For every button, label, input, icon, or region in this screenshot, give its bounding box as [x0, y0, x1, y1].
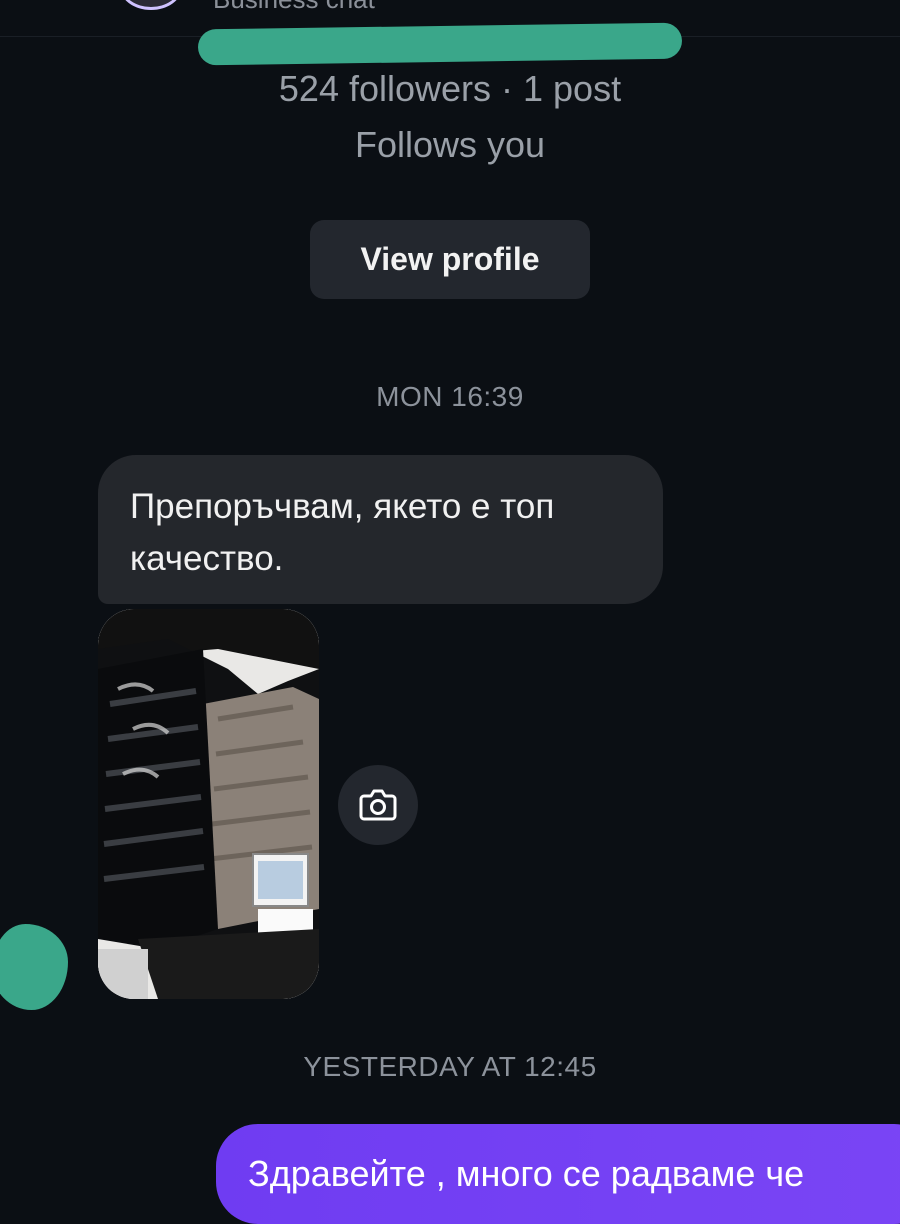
- message-timestamp: YESTERDAY AT 12:45: [303, 1051, 597, 1082]
- header-subtitle: Business chat: [213, 0, 375, 15]
- camera-button[interactable]: [338, 765, 418, 845]
- view-profile-button[interactable]: View profile: [310, 220, 590, 299]
- outgoing-message-bubble[interactable]: Здравейте , много се радваме че: [216, 1124, 900, 1224]
- redaction-scribble: [197, 22, 683, 66]
- follows-you-label: Follows you: [354, 124, 546, 165]
- redaction-scribble: [0, 924, 68, 1010]
- shared-photo[interactable]: [98, 609, 319, 999]
- incoming-message-bubble[interactable]: Препоръчвам, якето е топ качество.: [98, 455, 663, 604]
- camera-icon: [359, 789, 397, 821]
- avatar[interactable]: [120, 0, 182, 10]
- followers-count: 524 followers · 1 post: [278, 68, 622, 109]
- message-timestamp: MON 16:39: [376, 381, 524, 412]
